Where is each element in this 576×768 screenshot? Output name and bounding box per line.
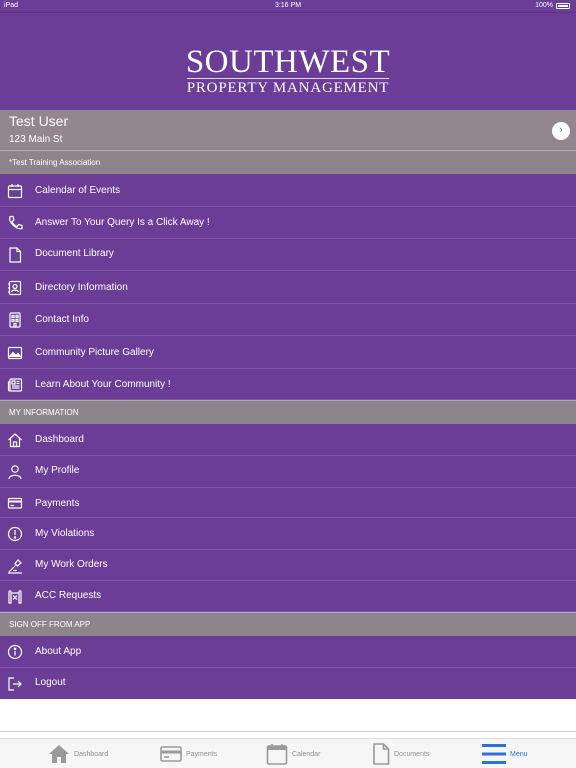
battery-percent: 100% [535,2,553,9]
menu-item-label: My Profile [35,465,80,476]
menu-item-label: Contact Info [35,314,89,325]
tab-bar: Dashboard Payments Calendar Documents Me… [0,738,576,768]
document-icon [373,743,390,765]
tab-menu[interactable]: Menu [482,739,528,768]
tab-label: Dashboard [74,750,109,758]
status-bar: iPad 3:16 PM 100% [0,0,576,12]
menu-item-label: Community Picture Gallery [35,347,154,358]
info-icon [7,644,23,660]
logout-icon [8,677,22,691]
tab-dashboard[interactable]: Dashboard [48,739,108,768]
clock: 3:16 PM [274,2,302,9]
menu-item-label: Logout [35,677,66,688]
blueprint-icon [8,590,22,604]
image-icon [7,346,23,360]
menu-item-label: Dashboard [35,434,84,445]
user-address: 123 Main St [9,134,63,145]
tab-documents[interactable]: Documents [372,739,429,768]
building-icon [9,312,21,328]
menu-item-label: Directory Information [35,282,128,293]
tab-label: Documents [394,750,430,758]
brand-line-1: SOUTHWEST [185,44,391,80]
menu-item-label: Answer To Your Query Is a Click Away ! [35,217,210,228]
menu-item-label: My Work Orders [35,559,108,570]
menu-item-label: Learn About Your Community ! [35,379,171,390]
contact-card-icon [8,280,22,296]
menu-item-contact-info[interactable]: Contact Info [0,304,576,336]
newspaper-icon [7,378,23,392]
menu-item-acc-requests[interactable]: ACC Requests [0,581,576,612]
home-icon [8,433,22,448]
app-header: SOUTHWEST PROPERTY MANAGEMENT [0,12,576,110]
phone-icon [9,215,23,230]
menu-item-dashboard[interactable]: Dashboard [0,424,576,456]
tab-payments[interactable]: Payments [160,739,217,768]
tab-label: Calendar [292,750,321,758]
menu-item-calendar[interactable]: Calendar of Events [0,174,576,207]
user-name: Test User [9,113,69,129]
content-footer [0,699,576,732]
person-icon [8,465,22,480]
menu-item-gallery[interactable]: Community Picture Gallery [0,336,576,369]
home-icon [49,745,69,763]
card-icon [160,746,182,762]
calendar-icon [266,744,288,765]
menu-item-about-app[interactable]: About App [0,636,576,668]
menu-item-label: ACC Requests [35,590,102,601]
menu-item-my-profile[interactable]: My Profile [0,456,576,488]
menu-item-label: My Violations [35,528,95,539]
menu-item-payments[interactable]: Payments [0,488,576,518]
battery-icon [556,2,570,9]
chevron-right-icon[interactable]: › [552,122,570,140]
menu-item-label: About App [35,646,82,657]
menu-item-label: Calendar of Events [35,185,121,196]
card-icon [7,497,23,509]
section-header-my-information: MY INFORMATION [0,400,576,424]
association-header: *Test Training Association [0,150,576,174]
menu-item-query[interactable]: Answer To Your Query Is a Click Away ! [0,207,576,239]
menu-item-my-violations[interactable]: My Violations [0,518,576,550]
menu-item-label: Document Library [35,248,114,259]
section-header-sign-off: SIGN OFF FROM APP [0,612,576,636]
menu-item-logout[interactable]: Logout [0,668,576,699]
battery-status: 100% [535,2,570,9]
wrench-icon [8,559,22,574]
tab-label: Menu [510,750,528,758]
brand-logo: SOUTHWEST PROPERTY MANAGEMENT [0,44,576,97]
menu-item-learn-community[interactable]: Learn About Your Community ! [0,369,576,400]
menu-item-work-orders[interactable]: My Work Orders [0,550,576,581]
menu-item-directory[interactable]: Directory Information [0,271,576,304]
tab-label: Payments [186,750,218,758]
user-profile-bar[interactable]: Test User 123 Main St › [0,110,576,150]
alert-icon [7,526,23,542]
menu-item-documents[interactable]: Document Library [0,239,576,271]
hamburger-icon [482,744,506,764]
menu-item-label: Payments [35,498,80,509]
document-icon [9,247,22,263]
tab-calendar[interactable]: Calendar [266,739,320,768]
brand-line-2: PROPERTY MANAGEMENT [186,78,390,96]
calendar-icon [7,184,23,199]
